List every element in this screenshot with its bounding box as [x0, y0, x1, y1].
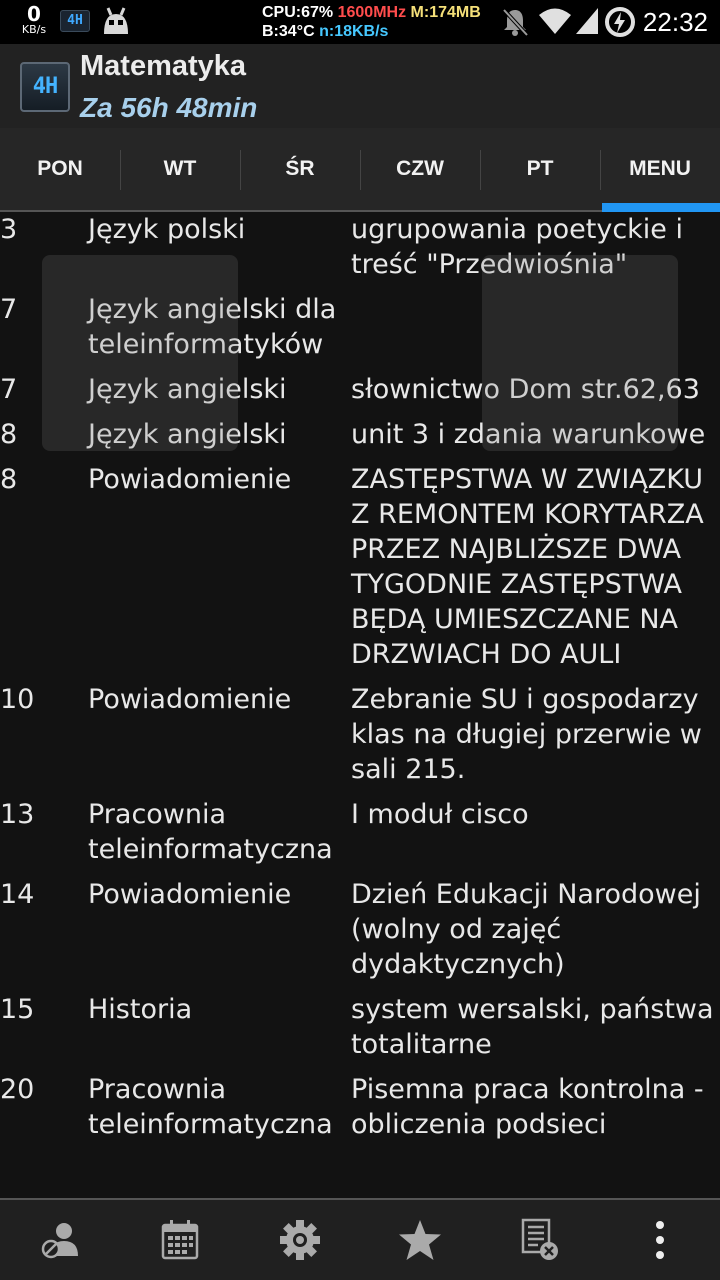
clock: 22:32 [642, 7, 708, 37]
memory-usage: M:174MB [410, 4, 481, 21]
tab-menu[interactable]: MENU [600, 128, 720, 212]
entry-day: 13 [0, 799, 35, 830]
bottom-toolbar [0, 1198, 720, 1280]
app-notification-icon: 4H [60, 10, 90, 32]
entry-day: 7 [0, 374, 18, 405]
favorites-button[interactable] [360, 1200, 480, 1280]
list-item[interactable]: 7 Język angielski dla teleinformatyków [0, 292, 720, 372]
person-off-icon [41, 1223, 78, 1259]
settings-button[interactable] [240, 1200, 360, 1280]
list-item[interactable]: 7 Język angielski słownictwo Dom str.62,… [0, 372, 720, 417]
entry-note [351, 292, 720, 362]
entry-subject: Powiadomienie [88, 684, 292, 715]
calendar-button[interactable] [120, 1200, 240, 1280]
entry-subject: Język polski [88, 214, 246, 245]
cpu-usage: CPU:67% [262, 4, 334, 21]
system-stats: CPU:67% 1600MHz M:174MB B:34°C n:18KB/s [262, 3, 481, 41]
entry-note: I moduł cisco [351, 799, 529, 830]
muted-bell-icon [502, 8, 529, 37]
entry-note: ugrupowania poetyckie i treść "Przedwioś… [351, 214, 684, 280]
entry-day: 10 [0, 684, 35, 715]
battery-charging-icon [605, 7, 635, 37]
entry-day: 8 [0, 464, 18, 495]
list-item[interactable]: 8 Powiadomienie ZASTĘPSTWA W ZWIĄZKU Z R… [0, 462, 720, 682]
calendar-icon [161, 1220, 199, 1260]
day-tabs: PON WT ŚR CZW PT MENU [0, 128, 720, 212]
entry-subject: Powiadomienie [88, 879, 292, 910]
entry-subject: Język angielski [88, 419, 287, 450]
list-item[interactable]: 10 Powiadomienie Zebranie SU i gospodarz… [0, 682, 720, 797]
entry-note: słownictwo Dom str.62,63 [351, 374, 700, 405]
entry-note: ZASTĘPSTWA W ZWIĄZKU Z REMONTEM KORYTARZ… [351, 464, 704, 670]
list-item[interactable]: 13 Pracownia teleinformatyczna I moduł c… [0, 797, 720, 877]
entry-day: 20 [0, 1074, 35, 1105]
entry-subject: Język angielski dla teleinformatyków [88, 294, 337, 360]
list-item[interactable]: 20 Pracownia teleinformatyczna Pisemna p… [0, 1072, 720, 1152]
status-bar: 0 KB/s 4H CPU:67% 1600MHz M:174MB B:34°C… [0, 0, 720, 44]
entry-day: 3 [0, 214, 18, 245]
notes-remove-icon [521, 1218, 558, 1260]
entry-subject: Powiadomienie [88, 464, 292, 495]
android-icon [104, 7, 128, 34]
net-speed-unit: KB/s [21, 23, 47, 36]
entry-day: 7 [0, 294, 18, 325]
remove-notes-button[interactable] [480, 1200, 600, 1280]
entry-note: unit 3 i zdania warunkowe [351, 419, 706, 450]
action-bar: 4H Matematyka Za 56h 48min [0, 44, 720, 128]
wifi-icon [539, 8, 571, 34]
overflow-menu-icon [656, 1221, 664, 1259]
tab-pon[interactable]: PON [0, 128, 120, 210]
star-icon [399, 1220, 441, 1260]
entry-day: 14 [0, 879, 35, 910]
entry-day: 15 [0, 994, 35, 1025]
list-item[interactable]: 3 Język polski ugrupowania poetyckie i t… [0, 212, 720, 292]
entry-subject: Język angielski [88, 374, 287, 405]
battery-temperature: B:34°C [262, 23, 315, 40]
tab-sr[interactable]: ŚR [240, 128, 360, 210]
cpu-frequency: 1600MHz [337, 4, 407, 21]
entry-note: system wersalski, państwa totalitarne [351, 994, 714, 1060]
list-item[interactable]: 14 Powiadomienie Dzień Edukacji Narodowe… [0, 877, 720, 992]
entry-subject: Pracownia teleinformatyczna [88, 799, 333, 865]
entry-subject: Historia [88, 994, 193, 1025]
net-speed-value: 0 [27, 2, 41, 26]
network-usage: n:18KB/s [319, 23, 389, 40]
entry-day: 8 [0, 419, 18, 450]
page-title: Matematyka [80, 50, 247, 82]
list-item[interactable]: 15 Historia system wersalski, państwa to… [0, 992, 720, 1072]
absence-button[interactable] [0, 1200, 120, 1280]
overflow-menu-button[interactable] [600, 1200, 720, 1280]
cell-signal-icon [576, 8, 598, 34]
net-speed-indicator: 0 KB/s [14, 4, 54, 36]
entry-note: Dzień Edukacji Narodowej (wolny od zajęć… [351, 879, 701, 980]
tab-wt[interactable]: WT [120, 128, 240, 210]
page-subtitle: Za 56h 48min [80, 92, 258, 123]
gear-icon [280, 1220, 320, 1260]
entry-note: Pisemna praca kontrolna - obliczenia pod… [351, 1074, 704, 1140]
app-logo[interactable]: 4H [20, 62, 70, 112]
entries-list[interactable]: 3 Język polski ugrupowania poetyckie i t… [0, 212, 720, 1198]
tab-pt[interactable]: PT [480, 128, 600, 210]
entry-note: Zebranie SU i gospodarzy klas na długiej… [351, 684, 702, 785]
entry-subject: Pracownia teleinformatyczna [88, 1074, 333, 1140]
list-item[interactable]: 8 Język angielski unit 3 i zdania warunk… [0, 417, 720, 462]
tab-czw[interactable]: CZW [360, 128, 480, 210]
